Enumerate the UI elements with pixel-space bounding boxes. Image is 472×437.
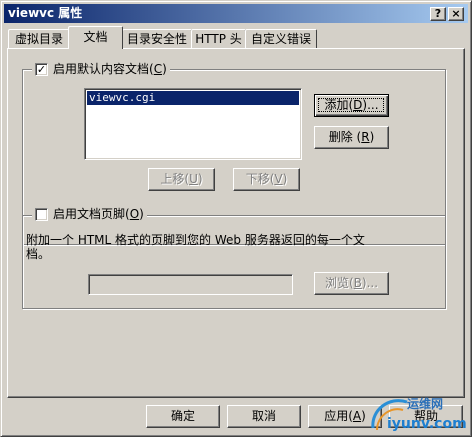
move-up-button[interactable]: 上移(U) xyxy=(148,168,215,191)
watermark-text-en: iyunv.com xyxy=(387,416,467,432)
title-bar: viewvc 属性 ? × xyxy=(4,4,468,23)
move-down-button[interactable]: 下移(V) xyxy=(233,168,300,191)
list-item[interactable]: viewvc.cgi xyxy=(87,91,299,105)
close-icon: × xyxy=(451,7,461,20)
default-document-checkbox[interactable]: ✓ xyxy=(35,62,48,76)
close-title-button[interactable]: × xyxy=(448,7,464,21)
cancel-button[interactable]: 取消 xyxy=(227,405,301,428)
documents-panel: ✓ 启用默认内容文档(C) viewvc.cgi 添加(D)... 删除 (R)… xyxy=(7,48,465,398)
document-footer-legend: 启用文档页脚(O) xyxy=(32,206,147,222)
default-document-legend: ✓ 启用默认内容文档(C) xyxy=(32,61,170,77)
browse-button[interactable]: 浏览(B)... xyxy=(314,272,389,295)
tab-documents[interactable]: 文档 xyxy=(68,26,123,49)
window-title: viewvc 属性 xyxy=(8,6,83,20)
watermark-logo: 运维网 iyunv.com xyxy=(367,392,467,434)
tab-virtual-directory[interactable]: 虚拟目录 xyxy=(8,29,70,49)
check-mark-icon: ✓ xyxy=(36,62,47,76)
default-document-label[interactable]: 启用默认内容文档(C) xyxy=(53,61,167,77)
remove-button[interactable]: 删除 (R) xyxy=(314,126,389,149)
watermark-swirl-icon: 运维网 iyunv.com xyxy=(371,396,467,432)
footer-description: 附加一个 HTML 格式的页脚到您的 Web 服务器返回的每一个文 档。 xyxy=(26,233,365,261)
tab-http-headers[interactable]: HTTP 头 xyxy=(191,29,246,49)
watermark-text-cn: 运维网 xyxy=(407,396,443,411)
add-button[interactable]: 添加(D)... xyxy=(314,94,389,117)
tab-custom-errors[interactable]: 自定义错误 xyxy=(245,29,317,49)
document-footer-label[interactable]: 启用文档页脚(O) xyxy=(53,206,144,222)
help-title-button[interactable]: ? xyxy=(430,7,446,21)
footer-path-input[interactable] xyxy=(88,274,293,295)
tab-directory-security[interactable]: 目录安全性 xyxy=(122,29,192,49)
ok-button[interactable]: 确定 xyxy=(146,405,220,428)
document-footer-checkbox[interactable] xyxy=(35,207,48,221)
default-document-list[interactable]: viewvc.cgi xyxy=(84,88,302,160)
question-icon: ? xyxy=(434,7,442,20)
properties-dialog: viewvc 属性 ? × 虚拟目录 文档 目录安全性 HTTP 头 自定义错误… xyxy=(0,0,472,437)
